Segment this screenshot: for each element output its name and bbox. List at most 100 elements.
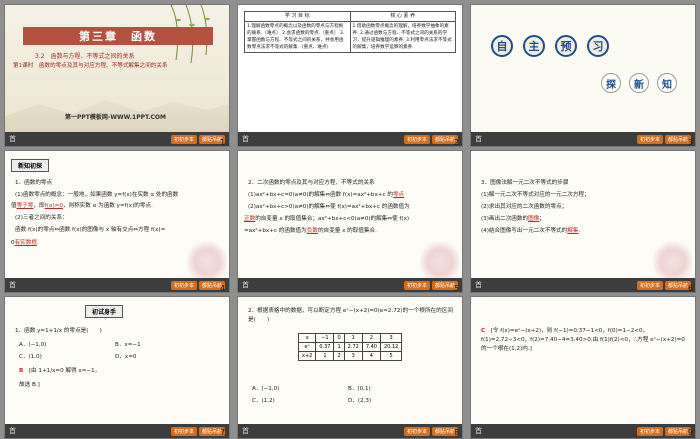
slide-number: 6 [688,284,694,293]
slide-thumbnail-7[interactable]: 初试身手 1．函数 y=1+1/x 的零点是( ) A．(−1,0) B．x=−… [4,296,230,439]
nav-button-1[interactable]: 初初步本 [403,426,430,436]
slide-footer: 首 初初步本 都贴吊航 [471,132,695,146]
slide-number: 5 [454,284,460,293]
slide-footer: 首 初初步本 都贴吊航 [471,424,695,438]
option-c: C．(1,2) [252,398,275,404]
table-row: x −1 0 1 2 3 [297,333,403,343]
section-label: 初试身手 [85,305,124,318]
slide-footer: 首 初初步本 都贴吊航 [238,278,462,292]
option-a: A．(−1,0) [252,386,280,392]
home-label[interactable]: 首 [242,280,249,290]
brand-text: 第一PPT模板网-WWW.1PPT.COM [65,114,166,121]
slide-footer: 首 初初步本 都贴吊航 [471,278,695,292]
table-header-objectives: 学 习 目 标 [244,11,351,22]
answer-line: B [由 1+1/x=0 解得 x=−1， [19,368,101,374]
text-line: (1)函数零点的概念：一般地，如果函数 y=f(x)在实数 α 处的函数 [15,192,179,198]
nav-button-1[interactable]: 初初步本 [170,134,197,144]
self-study-title: 自 主 预 习 [491,35,609,57]
literacy-cell: 1.借助函数零点概念的理解，培养数学抽象的素养. 2.通过函数与方程、不等式之间… [349,21,456,53]
slide-thumbnail-2[interactable]: 学 习 目 标 核 心 素 养 1.理解函数零点的概念以及函数的零点与方程根的联… [237,4,463,147]
lotus-decoration [653,238,693,278]
title-char: 新 [629,73,649,93]
text-line: =ax²+bx+c 的函数值为负数的自变量 x 的取值集合. [244,228,377,234]
slide-number: 8 [454,428,460,437]
title-char: 主 [523,35,545,57]
slide-number: 3 [688,138,694,147]
answer-text: C [令 f(x)=eˣ−(x+2)，则 f(−1)=0.37−1<0，f(0)… [481,328,685,352]
nav-button-1[interactable]: 初初步本 [636,280,663,290]
section-label: 新知初探 [11,159,50,172]
nav-button-1[interactable]: 初初步本 [170,280,197,290]
table-row: eˣ 0.37 1 2.72 7.40 20.12 [297,342,403,352]
text-line: (2)求出其对应的二次函数的零点； [481,204,568,210]
slide-thumbnail-grid: 第三章 函数 3.2 函数与方程、不等式之间的关系 第1课时 函数的零点及其与对… [0,0,700,439]
nav-button-1[interactable]: 初初步本 [170,426,197,436]
text-line: 函数 f(x)的零点⇔函数 f(x)的图像与 x 轴有交点⇔方程 f(x)= [15,227,166,233]
slide-thumbnail-4[interactable]: 新知初探 1．函数的零点 (1)函数零点的概念：一般地，如果函数 y=f(x)在… [4,150,230,293]
option-b: B．(0,1) [348,386,371,392]
home-label[interactable]: 首 [9,426,16,436]
table-row: x+2 1 2 3 4 5 [297,351,403,361]
text-line: 1．函数的零点 [15,180,53,186]
option-d: D．x=0 [115,354,137,360]
slide-footer: 首 初初步本 都贴吊航 [5,424,229,438]
home-label[interactable]: 首 [475,280,482,290]
slide-thumbnail-8[interactable]: 2．根据表格中的数据，可以断定方程 eˣ−(x+2)=0(e≈2.72)的一个根… [237,296,463,439]
text-line: 0有实数根. [11,240,39,246]
home-label[interactable]: 首 [9,134,16,144]
slide-thumbnail-1[interactable]: 第三章 函数 3.2 函数与方程、不等式之间的关系 第1课时 函数的零点及其与对… [4,4,230,147]
text-line: 2．二次函数的零点及其与对应方程、不等式的关系 [248,180,375,186]
title-char: 知 [657,73,677,93]
explore-title: 探 新 知 [601,73,677,93]
text-line: 值等于零，即f(α)=0，则称实数 α 为函数 y=f(x)的零点. [11,203,153,209]
text-line: (2)ax²+bx+c>0(a≠0)的解集⇔使 f(x)=ax²+bx+c 的函… [248,204,410,210]
nav-button-1[interactable]: 初初步本 [636,426,663,436]
slide-number: 7 [220,428,226,437]
text-line: (1)解一元二次不等式对应的一元二次方程； [481,192,590,198]
nav-button-1[interactable]: 初初步本 [403,280,430,290]
option-b: B．x=−1 [115,342,141,348]
title-char: 预 [555,35,577,57]
slide-footer: 首 初初步本 都贴吊航 [238,424,462,438]
home-label[interactable]: 首 [9,280,16,290]
slide-number: 1 [220,138,226,147]
nav-button-1[interactable]: 初初步本 [636,134,663,144]
answer-end: 故选 B.] [19,382,40,388]
text-line: (4)结合图像写出一元二次不等式的解集. [481,228,581,234]
slide-thumbnail-6[interactable]: 3．图像法解一元二次不等式的步骤 (1)解一元二次不等式对应的一元二次方程； (… [470,150,696,293]
home-label[interactable]: 首 [242,134,249,144]
slide-footer: 首 初初步本 都贴吊航 [5,132,229,146]
data-table: x −1 0 1 2 3 eˣ 0.37 1 2.72 7.40 20.12 x+2 1 2 3 4 5 [297,333,403,361]
lotus-decoration [420,238,460,278]
text-line: 3．图像法解一元二次不等式的步骤 [481,180,569,186]
slide-number: 2 [454,138,460,147]
chapter-title: 第三章 函数 [23,27,213,45]
home-label[interactable]: 首 [475,426,482,436]
slide-thumbnail-3[interactable]: 自 主 预 习 探 新 知 首 初初步本 都贴吊航 [470,4,696,147]
text-line: 正数的自变量 x 的取值集合；ax²+bx+c<0(a≠0)的解集⇔使 f(x) [244,216,410,222]
slide-thumbnail-5[interactable]: 2．二次函数的零点及其与对应方程、不等式的关系 (1)ax²+bx+c=0(a≠… [237,150,463,293]
home-label[interactable]: 首 [242,426,249,436]
question-text: 2．根据表格中的数据，可以断定方程 eˣ−(x+2)=0(e≈2.72)的一个根… [248,308,453,323]
title-char: 探 [601,73,621,93]
option-d: D．(2,3) [348,398,372,404]
objectives-cell: 1.理解函数零点的概念以及函数的零点与方程根的联系.（难点） 2.会求函数的零点… [244,21,351,53]
home-label[interactable]: 首 [475,134,482,144]
option-a: A．(−1,0) [19,342,47,348]
slide-footer: 首 初初步本 都贴吊航 [238,132,462,146]
text-line: (2)三者之间的关系： [15,215,68,221]
slide-footer: 首 初初步本 都贴吊航 [5,278,229,292]
nav-button-1[interactable]: 初初步本 [403,134,430,144]
lotus-decoration [187,238,227,278]
table-header-literacy: 核 心 素 养 [349,11,456,22]
lesson-title: 第1课时 函数的零点及其与对应方程、不等式解集之间的关系 [13,63,168,69]
title-char: 习 [587,35,609,57]
slide-number: 4 [220,284,226,293]
text-line: (1)ax²+bx+c=0(a≠0)的解集⇔函数 f(x)=ax²+bx+c 的… [248,192,405,198]
option-c: C．(1,0) [19,354,42,360]
text-line: (3)画出二次函数的图像； [481,216,545,222]
slide-thumbnail-9[interactable]: C [令 f(x)=eˣ−(x+2)，则 f(−1)=0.37−1<0，f(0)… [470,296,696,439]
objectives-table: 学 习 目 标 核 心 素 养 1.理解函数零点的概念以及函数的零点与方程根的联… [244,11,456,53]
section-title: 3.2 函数与方程、不等式之间的关系 [35,53,135,60]
slide-number: 9 [688,428,694,437]
